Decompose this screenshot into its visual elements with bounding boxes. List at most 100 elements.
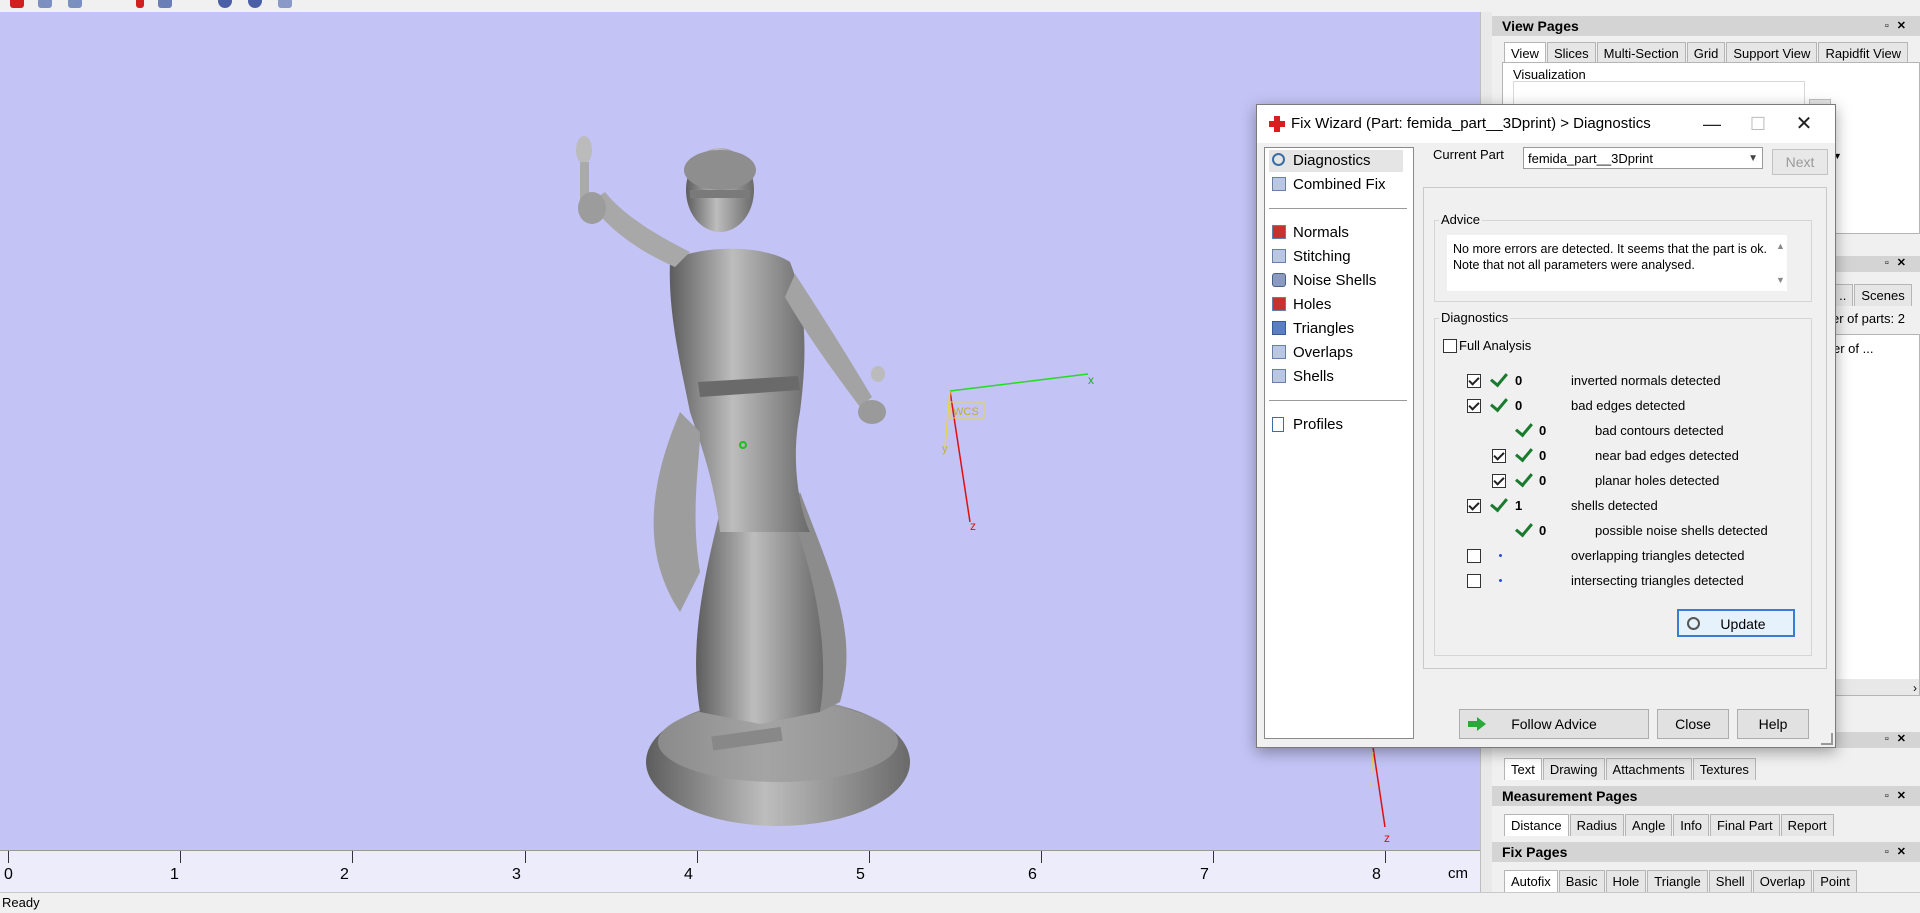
z-marker-label: z [1384, 831, 1390, 845]
nav-holes[interactable]: Holes [1269, 294, 1403, 316]
intersecting-checkbox[interactable] [1467, 574, 1481, 588]
nav-normals[interactable]: Normals [1269, 222, 1403, 244]
shells-checkbox[interactable] [1467, 499, 1481, 513]
tab-rapidfit-view[interactable]: Rapidfit View [1818, 42, 1909, 64]
tab-multi-section[interactable]: Multi-Section [1596, 42, 1686, 64]
tab-triangle[interactable]: Triangle [1647, 870, 1708, 892]
bad-contours-text: bad contours detected [1595, 423, 1724, 438]
tab-grid[interactable]: Grid [1686, 42, 1726, 64]
help-button[interactable]: Help [1737, 709, 1809, 739]
advice-scrollbar[interactable]: ▲ ▼ [1773, 235, 1787, 291]
green-check-icon [1490, 393, 1508, 413]
minimize-button[interactable]: — [1689, 109, 1735, 139]
tab-textures[interactable]: Textures [1692, 758, 1756, 780]
axis-z-label: z [970, 519, 976, 533]
toolbar-icon-cube[interactable] [68, 0, 82, 8]
resize-grip[interactable] [1821, 733, 1833, 745]
statue-model[interactable] [576, 136, 910, 826]
tab-final-part[interactable]: Final Part [1709, 814, 1780, 836]
toolbar-icon-globe[interactable] [248, 0, 262, 8]
nav-label: Shells [1293, 368, 1334, 385]
toolbar [0, 0, 1480, 12]
dialog-titlebar[interactable]: Fix Wizard (Part: femida_part__3Dprint) … [1257, 105, 1835, 143]
nav-combined-fix[interactable]: Combined Fix [1269, 174, 1403, 196]
tab-point[interactable]: Point [1813, 870, 1857, 892]
dialog-title: Fix Wizard (Part: femida_part__3Dprint) … [1291, 115, 1651, 132]
panel-buttons[interactable]: ▫✕ [1885, 732, 1914, 745]
nav-stitching[interactable]: Stitching [1269, 246, 1403, 268]
follow-advice-button[interactable]: Follow Advice [1459, 709, 1649, 739]
nav-profiles[interactable]: Profiles [1269, 414, 1403, 436]
tab-hole[interactable]: Hole [1605, 870, 1647, 892]
nav-label: Diagnostics [1293, 152, 1371, 169]
overlapping-checkbox[interactable] [1467, 549, 1481, 563]
near-bad-edges-checkbox[interactable] [1492, 449, 1506, 463]
text-tabs: Text Drawing Attachments Textures [1504, 758, 1757, 780]
current-part-label: Current Part [1433, 147, 1504, 162]
maximize-button[interactable]: ☐ [1735, 109, 1781, 139]
panel-buttons[interactable]: ▫✕ [1885, 16, 1914, 36]
profiles-icon [1272, 417, 1284, 432]
toolbar-icon-red[interactable] [10, 0, 24, 8]
toolbar-icon-tool[interactable] [158, 0, 172, 8]
measurement-tabs: Distance Radius Angle Info Final Part Re… [1504, 814, 1835, 836]
advice-title: Advice [1439, 212, 1483, 227]
panel-buttons[interactable]: ▫✕ [1885, 786, 1914, 806]
toolbar-icon-link[interactable] [278, 0, 292, 8]
ruler-label: 3 [512, 866, 521, 883]
tab-overlap[interactable]: Overlap [1752, 870, 1813, 892]
bad-edges-checkbox[interactable] [1467, 399, 1481, 413]
next-button[interactable]: Next [1772, 149, 1828, 175]
tab-report[interactable]: Report [1780, 814, 1834, 836]
tab-view[interactable]: View [1504, 42, 1546, 64]
tab-angle[interactable]: Angle [1625, 814, 1673, 836]
ruler-label: 4 [684, 866, 693, 883]
tab-support-view[interactable]: Support View [1726, 42, 1818, 64]
update-button[interactable]: Update [1677, 609, 1795, 637]
tab-scenes[interactable]: Scenes [1854, 284, 1912, 306]
green-check-icon [1515, 443, 1533, 463]
parts-tree-item[interactable]: er of ... [1833, 341, 1873, 356]
inverted-normals-checkbox[interactable] [1467, 374, 1481, 388]
tab-attachments[interactable]: Attachments [1605, 758, 1692, 780]
nav-shells[interactable]: Shells [1269, 366, 1403, 388]
ruler-label: 1 [170, 866, 179, 883]
ruler: 0 1 2 3 4 5 6 7 8 cm [0, 850, 1480, 893]
current-part-select[interactable]: femida_part__3Dprint ▼ [1523, 147, 1763, 169]
nav-label: Profiles [1293, 416, 1344, 433]
planar-holes-checkbox[interactable] [1492, 474, 1506, 488]
scroll-up-icon[interactable]: ▲ [1776, 238, 1785, 254]
tab-distance[interactable]: Distance [1504, 814, 1569, 836]
toolbar-icon-cube[interactable] [38, 0, 52, 8]
toolbar-icon-globe[interactable] [218, 0, 232, 8]
tab-shell[interactable]: Shell [1708, 870, 1752, 892]
panel-buttons[interactable]: ▫✕ [1885, 842, 1914, 862]
bad-edges-count: 0 [1515, 398, 1523, 413]
magnifier-icon [1272, 153, 1285, 166]
tab-slices[interactable]: Slices [1546, 42, 1596, 64]
tab-info[interactable]: Info [1673, 814, 1709, 836]
panel-buttons[interactable]: ▫✕ [1885, 256, 1914, 269]
tab-drawing[interactable]: Drawing [1542, 758, 1605, 780]
toolbar-icon-x[interactable] [136, 0, 144, 8]
full-analysis-checkbox[interactable] [1443, 339, 1457, 353]
tab-radius[interactable]: Radius [1569, 814, 1625, 836]
near-bad-edges-count: 0 [1539, 448, 1547, 463]
scroll-down-icon[interactable]: ▼ [1776, 272, 1785, 288]
close-window-button[interactable]: ✕ [1781, 109, 1827, 139]
tab-text[interactable]: Text [1504, 758, 1542, 780]
ruler-label: 6 [1028, 866, 1037, 883]
tab-autofix[interactable]: Autofix [1504, 870, 1558, 892]
nav-diagnostics[interactable]: Diagnostics [1269, 150, 1403, 172]
scroll-right-icon[interactable]: › [1913, 681, 1917, 695]
advice-text-box[interactable]: No more errors are detected. It seems th… [1447, 235, 1787, 291]
tab-basic[interactable]: Basic [1558, 870, 1605, 892]
nav-triangles[interactable]: Triangles [1269, 318, 1403, 340]
nav-noise-shells[interactable]: Noise Shells [1269, 270, 1403, 292]
green-check-icon [1515, 518, 1533, 538]
green-check-icon [1490, 368, 1508, 388]
close-button[interactable]: Close [1657, 709, 1729, 739]
view-tabs: View Slices Multi-Section Grid Support V… [1504, 42, 1909, 64]
nav-overlaps[interactable]: Overlaps [1269, 342, 1403, 364]
holes-icon [1272, 297, 1286, 311]
